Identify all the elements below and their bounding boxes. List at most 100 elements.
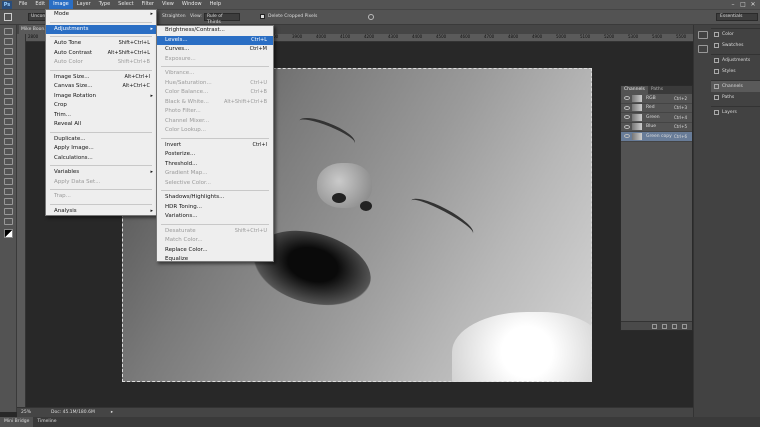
visibility-eye-icon[interactable] bbox=[624, 115, 630, 120]
path-select-tool-icon[interactable] bbox=[3, 188, 13, 195]
menu-item-image-size[interactable]: Image Size... Alt+Ctrl+I bbox=[46, 73, 156, 83]
healing-tool-icon[interactable] bbox=[3, 88, 13, 95]
tab-paths[interactable]: Paths bbox=[648, 86, 666, 94]
eyedropper-tool-icon[interactable] bbox=[3, 78, 13, 85]
visibility-eye-icon[interactable] bbox=[624, 124, 630, 129]
menu-layer[interactable]: Layer bbox=[73, 0, 95, 9]
history-brush-tool-icon[interactable] bbox=[3, 118, 13, 125]
move-tool-icon[interactable] bbox=[3, 28, 13, 35]
menu-item-analysis[interactable]: Analysis ▸ bbox=[46, 207, 156, 217]
tab-channels[interactable]: Channels bbox=[621, 86, 648, 94]
menu-item-adjustments[interactable]: Adjustments ▸ bbox=[46, 24, 156, 34]
trash-icon[interactable] bbox=[682, 323, 687, 329]
adjust-item-brightness-contrast[interactable]: Brightness/Contrast... bbox=[157, 26, 273, 36]
lasso-tool-icon[interactable] bbox=[3, 48, 13, 55]
dock-item-color[interactable]: Color bbox=[711, 29, 760, 40]
menu-file[interactable]: File bbox=[15, 0, 31, 9]
menu-item-calculations[interactable]: Calculations... bbox=[46, 154, 156, 164]
workspace-select[interactable]: Essentials bbox=[716, 13, 758, 21]
visibility-eye-icon[interactable] bbox=[624, 105, 630, 110]
dock-item-layers[interactable]: Layers bbox=[711, 107, 760, 118]
load-selection-icon[interactable] bbox=[652, 323, 657, 329]
menu-filter[interactable]: Filter bbox=[138, 0, 158, 9]
menu-view[interactable]: View bbox=[158, 0, 178, 9]
save-selection-icon[interactable] bbox=[662, 323, 667, 329]
menu-type[interactable]: Type bbox=[95, 0, 114, 9]
menu-item-mode[interactable]: Mode ▸ bbox=[46, 10, 156, 20]
menu-item-reveal-all[interactable]: Reveal All bbox=[46, 120, 156, 130]
menu-help[interactable]: Help bbox=[206, 0, 225, 9]
properties-icon[interactable] bbox=[697, 45, 708, 53]
brush-tool-icon[interactable] bbox=[3, 98, 13, 105]
adjust-item-color-balance: Color Balance... Ctrl+B bbox=[157, 88, 273, 98]
channel-row[interactable]: Blue Ctrl+5 bbox=[621, 123, 692, 132]
zoom-tool-icon[interactable] bbox=[3, 218, 13, 225]
menu-item-auto-contrast[interactable]: Auto Contrast Alt+Shift+Ctrl+L bbox=[46, 49, 156, 59]
channel-row[interactable]: Green Ctrl+4 bbox=[621, 113, 692, 123]
adjust-item-shadows-highlights[interactable]: Shadows/Highlights... bbox=[157, 193, 273, 203]
straighten-label[interactable]: Straighten bbox=[162, 14, 186, 19]
delete-cropped-checkbox[interactable] bbox=[260, 14, 265, 19]
adjust-item-invert[interactable]: Invert Ctrl+I bbox=[157, 141, 273, 151]
dock-item-paths[interactable]: Paths bbox=[711, 92, 760, 103]
quick-select-tool-icon[interactable] bbox=[3, 58, 13, 65]
menu-item-trap: Trap... bbox=[46, 192, 156, 202]
history-icon[interactable] bbox=[697, 31, 708, 39]
adjust-item-equalize[interactable]: Equalize bbox=[157, 255, 273, 265]
channel-row[interactable]: Red Ctrl+3 bbox=[621, 104, 692, 113]
clone-stamp-tool-icon[interactable] bbox=[3, 108, 13, 115]
menu-image[interactable]: Image bbox=[49, 0, 73, 9]
hand-tool-icon[interactable] bbox=[3, 208, 13, 215]
channel-row[interactable]: RGB Ctrl+2 bbox=[621, 94, 692, 104]
view-select[interactable]: Rule of Thirds bbox=[204, 13, 240, 25]
crop-tool-icon[interactable] bbox=[3, 68, 13, 75]
shape-tool-icon[interactable] bbox=[3, 198, 13, 205]
tab-mini-bridge[interactable]: Mini Bridge bbox=[0, 417, 34, 427]
menu-item-image-rotation[interactable]: Image Rotation ▸ bbox=[46, 92, 156, 102]
visibility-eye-icon[interactable] bbox=[624, 134, 630, 139]
adjust-item-variations[interactable]: Variations... bbox=[157, 212, 273, 222]
menu-item-trim[interactable]: Trim... bbox=[46, 111, 156, 121]
menu-item-apply-image[interactable]: Apply Image... bbox=[46, 144, 156, 154]
menu-window[interactable]: Window bbox=[178, 0, 206, 9]
menu-item-canvas-size[interactable]: Canvas Size... Alt+Ctrl+C bbox=[46, 82, 156, 92]
crop-tool-icon[interactable] bbox=[4, 13, 12, 21]
eraser-tool-icon[interactable] bbox=[3, 128, 13, 135]
new-channel-icon[interactable] bbox=[672, 323, 677, 329]
menu-edit[interactable]: Edit bbox=[31, 0, 49, 9]
menu-item-label: Equalize bbox=[165, 256, 189, 262]
adjust-item-hdr-toning[interactable]: HDR Toning... bbox=[157, 203, 273, 213]
channel-row[interactable]: Green copy Ctrl+6 bbox=[621, 132, 692, 142]
menu-item-variables[interactable]: Variables ▸ bbox=[46, 168, 156, 178]
dock-item-styles[interactable]: Styles bbox=[711, 66, 760, 77]
channel-thumbnail bbox=[632, 113, 642, 121]
menu-select[interactable]: Select bbox=[114, 0, 137, 9]
adjust-item-threshold[interactable]: Threshold... bbox=[157, 160, 273, 170]
visibility-eye-icon[interactable] bbox=[624, 96, 630, 101]
status-arrow-icon[interactable]: ▸ bbox=[111, 410, 113, 415]
gradient-tool-icon[interactable] bbox=[3, 138, 13, 145]
minimize-icon[interactable]: – bbox=[728, 0, 738, 9]
adjust-item-levels[interactable]: Levels... Ctrl+L bbox=[157, 35, 273, 45]
marquee-tool-icon[interactable] bbox=[3, 38, 13, 45]
close-icon[interactable]: ✕ bbox=[748, 0, 758, 9]
dock-item-swatches[interactable]: Swatches bbox=[711, 40, 760, 51]
color-swatches-icon[interactable] bbox=[3, 229, 13, 238]
type-tool-icon[interactable] bbox=[3, 178, 13, 185]
zoom-level[interactable]: 25% bbox=[21, 410, 31, 415]
reset-icon[interactable] bbox=[368, 14, 374, 20]
dock-item-channels[interactable]: Channels bbox=[711, 81, 760, 92]
dock-item-adjustments[interactable]: Adjustments bbox=[711, 55, 760, 66]
window-controls: – □ ✕ bbox=[728, 0, 758, 9]
adjust-item-curves[interactable]: Curves... Ctrl+M bbox=[157, 45, 273, 55]
adjust-item-posterize[interactable]: Posterize... bbox=[157, 150, 273, 160]
tab-timeline[interactable]: Timeline bbox=[33, 417, 60, 427]
adjust-item-replace-color[interactable]: Replace Color... bbox=[157, 246, 273, 256]
blur-tool-icon[interactable] bbox=[3, 148, 13, 155]
menu-item-crop[interactable]: Crop bbox=[46, 101, 156, 111]
maximize-icon[interactable]: □ bbox=[738, 0, 748, 9]
pen-tool-icon[interactable] bbox=[3, 168, 13, 175]
menu-item-duplicate[interactable]: Duplicate... bbox=[46, 135, 156, 145]
menu-item-auto-tone[interactable]: Auto Tone Shift+Ctrl+L bbox=[46, 39, 156, 49]
dodge-tool-icon[interactable] bbox=[3, 158, 13, 165]
